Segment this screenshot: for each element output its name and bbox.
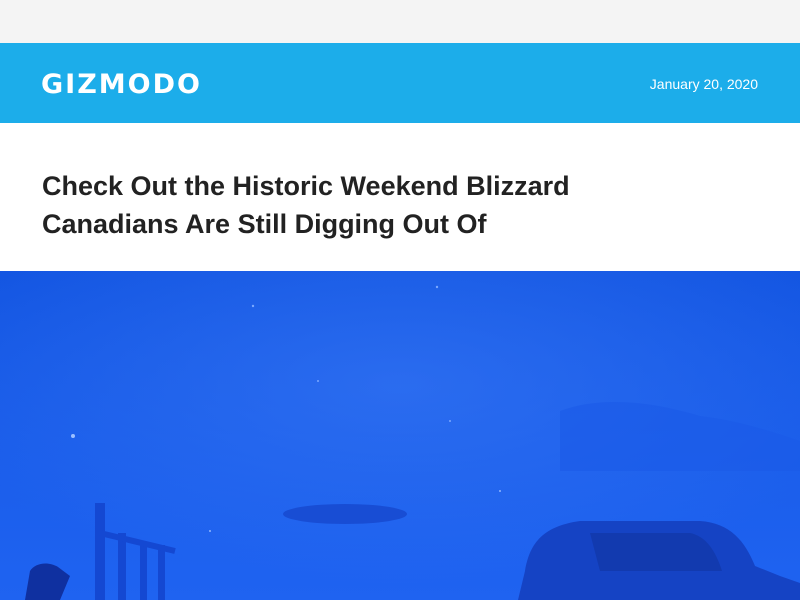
blizzard-scene [0,271,800,600]
article-headline[interactable]: Check Out the Historic Weekend Blizzard … [42,167,702,243]
railing-post [95,503,105,600]
snowflake [209,530,211,532]
site-header: GIZMODO January 20, 2020 [0,43,800,123]
railing-post [158,545,165,600]
snowflake [499,490,501,492]
hero-image[interactable] [0,271,800,600]
snow-mound-shadow [283,504,407,524]
car-window [590,533,722,571]
snowflake [435,285,439,289]
gizmodo-logo[interactable]: GIZMODO [41,69,202,101]
snowflake [251,304,255,308]
snowflake [71,434,75,438]
top-spacer [0,0,800,43]
snowflake [449,420,451,422]
publish-date: January 20, 2020 [649,76,758,92]
snowflake [317,380,319,382]
article-title-area: Check Out the Historic Weekend Blizzard … [0,123,800,271]
railing-post [118,533,126,600]
railing-post [140,543,147,600]
